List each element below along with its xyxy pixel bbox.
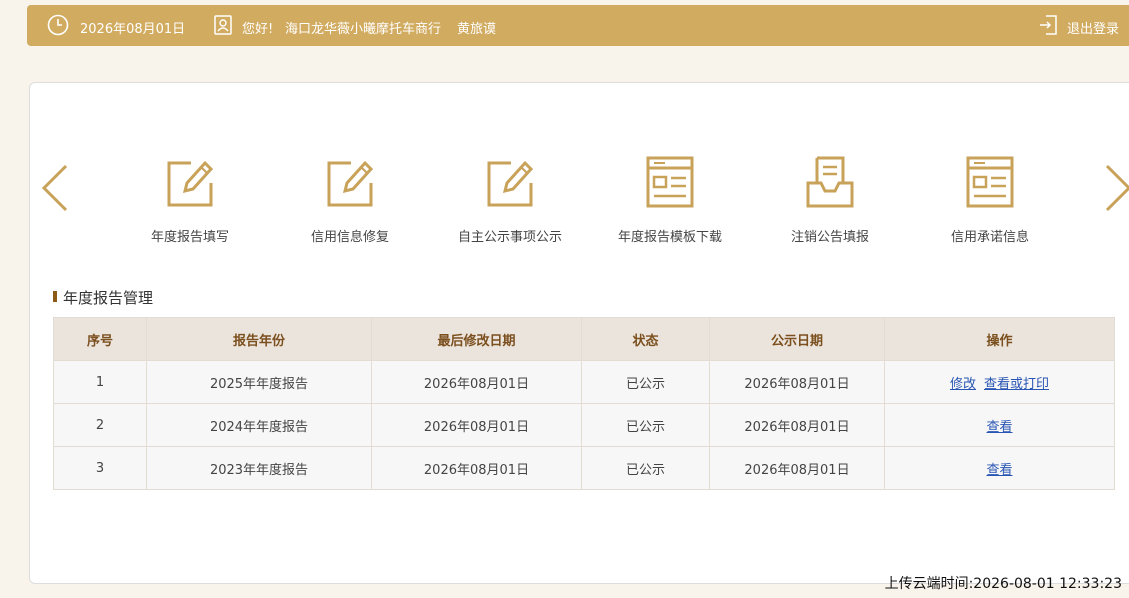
column-header: 状态 bbox=[581, 317, 710, 361]
menu-item-annual-report[interactable]: 年度报告填写 bbox=[110, 155, 270, 245]
modified-date: 2026年08月01日 bbox=[371, 403, 582, 447]
menu-item-template-download[interactable]: 年度报告模板下载 bbox=[590, 155, 750, 245]
view-print-link[interactable]: 查看或打印 bbox=[984, 377, 1049, 392]
upload-time: 上传云端时间:2026-08-01 12:33:23 bbox=[884, 576, 1122, 592]
edit-link[interactable]: 修改 bbox=[950, 377, 976, 392]
view-link[interactable]: 查看 bbox=[986, 463, 1012, 478]
column-header: 操作 bbox=[884, 317, 1115, 361]
row-number: 1 bbox=[53, 360, 147, 404]
actions-cell: 修改 查看或打印 bbox=[884, 360, 1115, 404]
edit-icon bbox=[430, 155, 590, 209]
row-number: 2 bbox=[53, 403, 147, 447]
template-icon bbox=[910, 155, 1070, 209]
actions-cell: 查看 bbox=[884, 446, 1115, 490]
logout-label: 退出登录 bbox=[1066, 21, 1119, 37]
carousel-next-button[interactable] bbox=[1103, 163, 1129, 217]
status: 已公示 bbox=[581, 403, 710, 447]
report-year: 2023年年度报告 bbox=[146, 446, 372, 490]
view-link[interactable]: 查看 bbox=[986, 420, 1012, 435]
logout-button[interactable]: 退出登录 bbox=[1039, 14, 1119, 40]
carousel-prev-button[interactable] bbox=[40, 163, 70, 217]
inbox-icon bbox=[750, 155, 910, 209]
menu-item-credit-repair[interactable]: 信用信息修复 bbox=[270, 155, 430, 245]
user-card-icon bbox=[213, 14, 233, 40]
table-row: 3 2023年年度报告 2026年08月01日 已公示 2026年08月01日 … bbox=[53, 446, 1115, 490]
published-date: 2026年08月01日 bbox=[709, 360, 885, 404]
status: 已公示 bbox=[581, 360, 710, 404]
column-header: 序号 bbox=[53, 317, 147, 361]
quick-menu: 年度报告填写 信用信息修复 自主公示事项公示 年度报告模板下载 注销公告填报 信… bbox=[110, 155, 1070, 255]
status: 已公示 bbox=[581, 446, 710, 490]
menu-label: 年度报告模板下载 bbox=[617, 230, 722, 245]
menu-item-credit-commitment[interactable]: 信用承诺信息 bbox=[910, 155, 1070, 245]
company-name: 海口龙华薇小曦摩托车商行 bbox=[285, 22, 442, 37]
column-header: 最后修改日期 bbox=[371, 317, 582, 361]
current-date: 2026年08月01日 bbox=[80, 22, 186, 37]
row-number: 3 bbox=[53, 446, 147, 490]
table-header-row: 序号 报告年份 最后修改日期 状态 公示日期 操作 bbox=[53, 317, 1115, 361]
menu-label: 注销公告填报 bbox=[790, 230, 869, 245]
menu-label: 信用信息修复 bbox=[310, 230, 389, 245]
menu-label: 年度报告填写 bbox=[150, 230, 229, 245]
actions-cell: 查看 bbox=[884, 403, 1115, 447]
greeting-text: 您好! bbox=[242, 22, 274, 37]
menu-item-self-disclosure[interactable]: 自主公示事项公示 bbox=[430, 155, 590, 245]
column-header: 报告年份 bbox=[146, 317, 372, 361]
table-row: 2 2024年年度报告 2026年08月01日 已公示 2026年08月01日 … bbox=[53, 403, 1115, 447]
published-date: 2026年08月01日 bbox=[709, 403, 885, 447]
report-year: 2025年年度报告 bbox=[146, 360, 372, 404]
edit-icon bbox=[110, 155, 270, 209]
main-panel: 年度报告填写 信用信息修复 自主公示事项公示 年度报告模板下载 注销公告填报 信… bbox=[29, 82, 1129, 584]
published-date: 2026年08月01日 bbox=[709, 446, 885, 490]
template-icon bbox=[590, 155, 750, 209]
menu-label: 自主公示事项公示 bbox=[457, 230, 562, 245]
modified-date: 2026年08月01日 bbox=[371, 446, 582, 490]
modified-date: 2026年08月01日 bbox=[371, 360, 582, 404]
edit-icon bbox=[270, 155, 430, 209]
menu-label: 信用承诺信息 bbox=[950, 230, 1029, 245]
top-bar: 2026年08月01日 您好! 海口龙华薇小曦摩托车商行 黄旅谟 退出登录 bbox=[27, 5, 1129, 46]
chevron-right-icon bbox=[1103, 164, 1129, 217]
user-name: 黄旅谟 bbox=[457, 22, 497, 37]
chevron-left-icon bbox=[40, 164, 70, 217]
section-title: 年度报告管理 bbox=[53, 287, 153, 308]
clock-icon bbox=[47, 14, 69, 40]
column-header: 公示日期 bbox=[709, 317, 885, 361]
report-year: 2024年年度报告 bbox=[146, 403, 372, 447]
table-row: 1 2025年年度报告 2026年08月01日 已公示 2026年08月01日 … bbox=[53, 360, 1115, 404]
report-table: 序号 报告年份 最后修改日期 状态 公示日期 操作 1 2025年年度报告 20… bbox=[53, 317, 1115, 490]
menu-item-cancellation-notice[interactable]: 注销公告填报 bbox=[750, 155, 910, 245]
logout-icon bbox=[1039, 14, 1059, 40]
